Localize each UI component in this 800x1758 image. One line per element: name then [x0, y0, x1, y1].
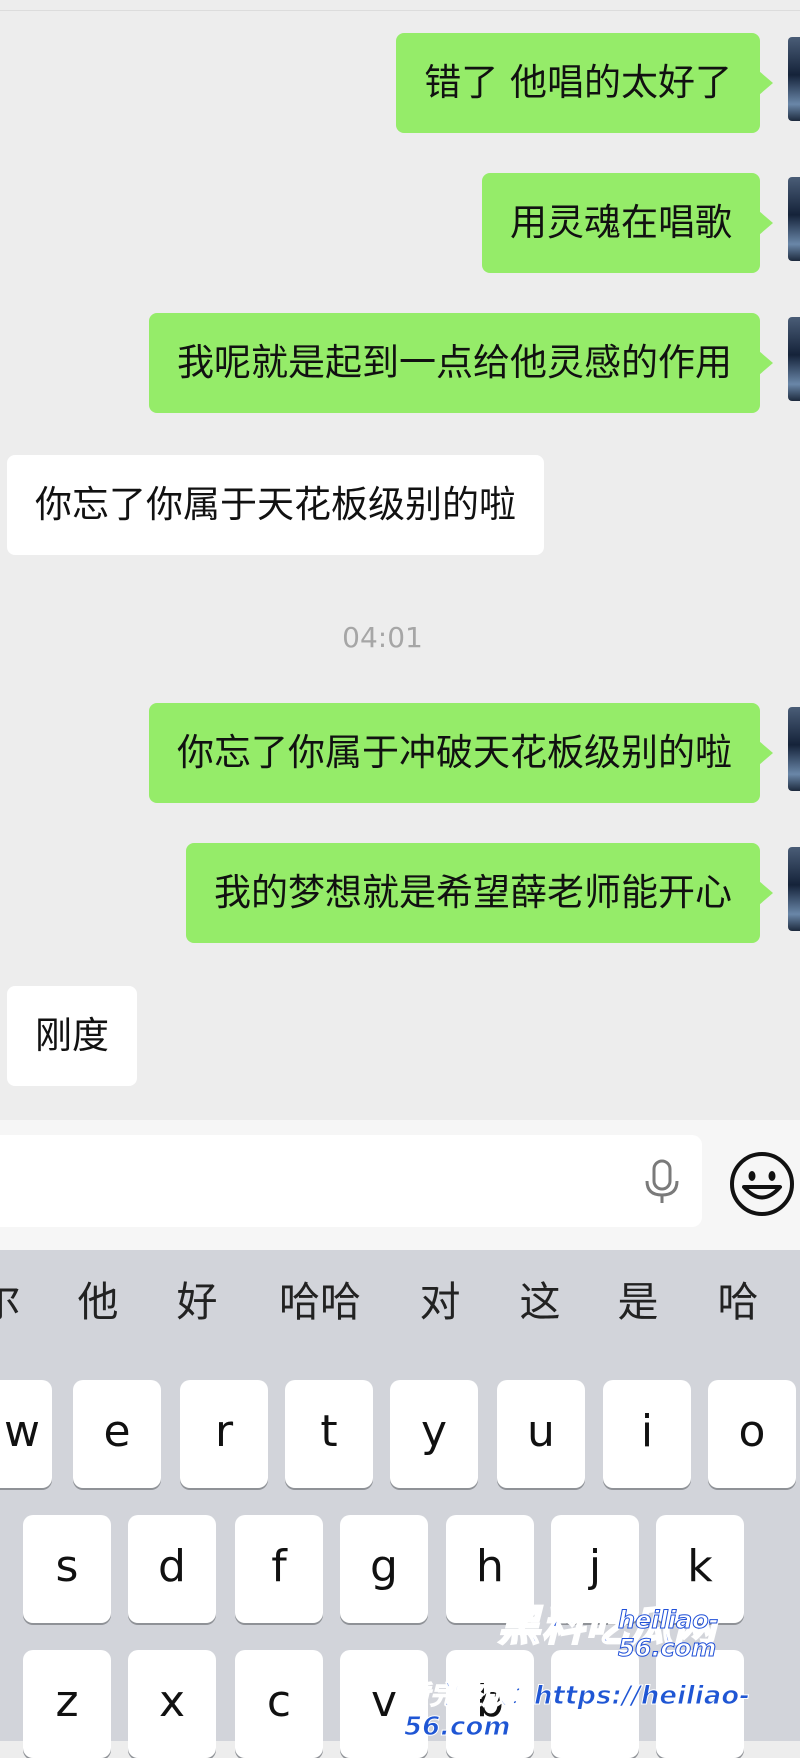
keyboard: 尔 他 好 哈哈 对 这 是 哈 w e r t y u i o s d f g…	[0, 1250, 800, 1758]
candidate-word[interactable]: 好	[167, 1272, 227, 1332]
candidate-word[interactable]: 他	[68, 1272, 128, 1332]
message-bubble-incoming[interactable]: 刚度	[7, 986, 137, 1086]
message-bubble-outgoing[interactable]: 我呢就是起到一点给他灵感的作用	[149, 313, 773, 413]
candidate-word[interactable]: 对	[410, 1272, 470, 1332]
message-input[interactable]	[0, 1135, 702, 1227]
divider	[0, 10, 800, 11]
message-bubble-outgoing[interactable]: 我的梦想就是希望薛老师能开心	[186, 843, 773, 943]
microphone-icon[interactable]	[642, 1159, 682, 1205]
key-t[interactable]: t	[285, 1380, 373, 1488]
candidate-word[interactable]: 这	[510, 1272, 570, 1332]
user-avatar[interactable]	[788, 847, 800, 931]
key-z[interactable]: z	[23, 1650, 111, 1758]
key-g[interactable]: g	[340, 1515, 428, 1623]
candidate-word[interactable]: 是	[608, 1272, 668, 1332]
input-bar	[0, 1120, 800, 1250]
key-o[interactable]: o	[708, 1380, 796, 1488]
user-avatar[interactable]	[788, 37, 800, 121]
message-timestamp: 04:01	[342, 621, 423, 654]
emoji-smiley-icon[interactable]	[728, 1150, 796, 1218]
message-bubble-outgoing[interactable]: 你忘了你属于冲破天花板级别的啦	[149, 703, 773, 803]
key-s[interactable]: s	[23, 1515, 111, 1623]
key-w[interactable]: w	[0, 1380, 52, 1488]
key-y[interactable]: y	[390, 1380, 478, 1488]
watermark-link: 看完整版：https://heiliao-56.com	[404, 1681, 751, 1743]
chat-area: 错了 他唱的太好了 用灵魂在唱歌 我呢就是起到一点给他灵感的作用 你忘了你属于天…	[0, 0, 800, 1120]
user-avatar[interactable]	[788, 707, 800, 791]
candidate-word[interactable]: 哈哈	[270, 1272, 370, 1332]
key-e[interactable]: e	[73, 1380, 161, 1488]
user-avatar[interactable]	[788, 177, 800, 261]
key-f[interactable]: f	[235, 1515, 323, 1623]
key-c[interactable]: c	[235, 1650, 323, 1758]
message-bubble-outgoing[interactable]: 错了 他唱的太好了	[396, 33, 773, 133]
key-i[interactable]: i	[603, 1380, 691, 1488]
user-avatar[interactable]	[788, 317, 800, 401]
key-r[interactable]: r	[180, 1380, 268, 1488]
candidate-word[interactable]: 尔	[0, 1272, 22, 1332]
message-bubble-outgoing[interactable]: 用灵魂在唱歌	[482, 173, 773, 273]
key-u[interactable]: u	[497, 1380, 585, 1488]
key-d[interactable]: d	[128, 1515, 216, 1623]
key-x[interactable]: x	[128, 1650, 216, 1758]
message-bubble-incoming[interactable]: 你忘了你属于天花板级别的啦	[7, 455, 544, 555]
watermark-domain: heiliao-56.com	[618, 1606, 720, 1663]
candidate-word[interactable]: 哈	[708, 1272, 768, 1332]
